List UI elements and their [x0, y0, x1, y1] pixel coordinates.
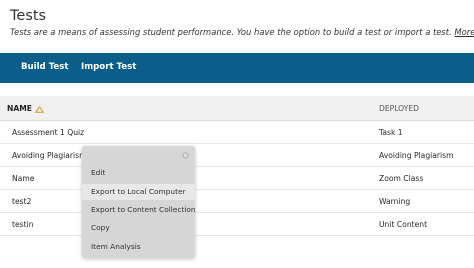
test-name[interactable]: Name [12, 174, 34, 183]
deployed-location: Task 1 [379, 128, 403, 137]
menu-item-item-analysis[interactable]: Item Analysis [82, 239, 195, 255]
test-name[interactable]: testin [12, 220, 34, 229]
import-test-button[interactable]: Import Test [81, 62, 136, 72]
menu-item-export-collection[interactable]: Export to Content Collection [82, 202, 196, 218]
menu-item-copy[interactable]: Copy [82, 220, 195, 236]
table-row: Assessment 1 Quiz Task 1 [0, 121, 474, 144]
column-header-name[interactable]: NAME [7, 104, 44, 113]
menu-item-edit[interactable]: Edit [82, 165, 195, 181]
tests-page: Tests Tests are a means of assessing stu… [0, 0, 474, 268]
test-name[interactable]: test2 [12, 197, 31, 206]
close-icon[interactable] [182, 152, 189, 159]
deployed-location: Zoom Class [379, 174, 424, 183]
more-help-link[interactable]: More Help [454, 27, 474, 37]
menu-item-export-local[interactable]: Export to Local Computer [82, 184, 195, 200]
build-test-button[interactable]: Build Test [21, 62, 68, 72]
table-header: NAME DEPLOYED [0, 96, 474, 121]
action-toolbar: Build Test Import Test [0, 53, 474, 83]
page-title: Tests [10, 8, 47, 24]
deployed-location: Avoiding Plagiarism [379, 151, 454, 160]
column-header-name-label: NAME [7, 104, 32, 113]
table-row: test2 Warning [0, 190, 474, 213]
sort-ascending-icon[interactable] [34, 105, 44, 113]
column-header-deployed[interactable]: DEPLOYED [379, 104, 419, 113]
deployed-location: Unit Content [379, 220, 428, 229]
deployed-location: Warning [379, 197, 411, 206]
description-text: Tests are a means of assessing student p… [10, 27, 452, 37]
test-name[interactable]: Avoiding Plagiarism [12, 151, 87, 160]
table-row: Avoiding Plagiarism Avoiding Plagiarism [0, 144, 474, 167]
test-name[interactable]: Assessment 1 Quiz [12, 128, 84, 137]
page-description: Tests are a means of assessing student p… [10, 27, 474, 37]
context-menu: Edit Export to Local Computer Export to … [82, 146, 196, 258]
table-row: Name Zoom Class [0, 167, 474, 190]
table-row: testin Unit Content [0, 213, 474, 236]
